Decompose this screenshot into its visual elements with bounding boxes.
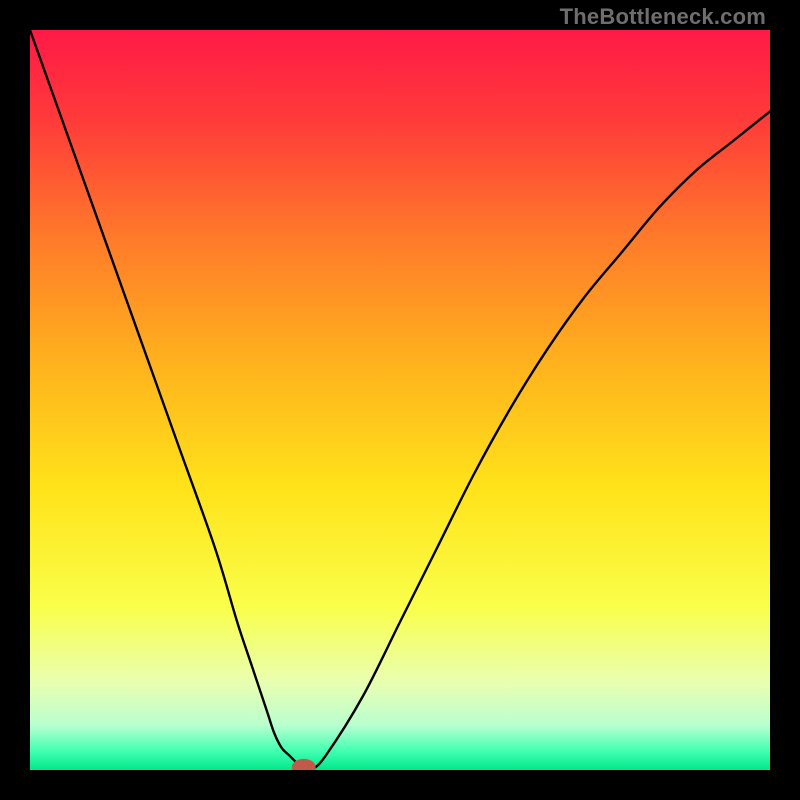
watermark-text: TheBottleneck.com <box>560 4 766 30</box>
chart-frame <box>0 0 800 800</box>
